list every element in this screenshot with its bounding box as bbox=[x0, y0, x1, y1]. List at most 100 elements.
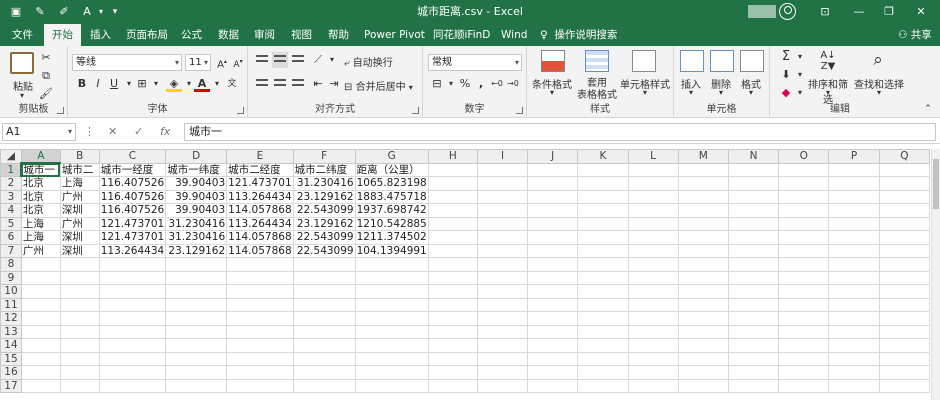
cell-D6[interactable]: 31.230416 bbox=[165, 230, 228, 245]
alignment-launcher-icon[interactable] bbox=[412, 107, 419, 114]
row-header[interactable]: 2 bbox=[0, 176, 22, 191]
merge-center-button[interactable]: ⊟ 合并后居中 ▾ bbox=[344, 78, 422, 93]
cell-L8[interactable] bbox=[627, 257, 679, 272]
cell-J12[interactable] bbox=[527, 311, 579, 326]
align-right-icon[interactable] bbox=[290, 76, 306, 92]
name-box[interactable]: A1 ▾ bbox=[2, 123, 76, 141]
cell-C10[interactable] bbox=[98, 284, 167, 299]
cell-O10[interactable] bbox=[778, 284, 830, 299]
cell-K10[interactable] bbox=[577, 284, 629, 299]
align-middle-icon[interactable] bbox=[272, 52, 288, 68]
cell-N8[interactable] bbox=[727, 257, 780, 272]
cell-L6[interactable] bbox=[627, 230, 679, 245]
insert-cells-icon[interactable] bbox=[680, 50, 704, 72]
cell-Q5[interactable] bbox=[878, 216, 930, 231]
cell-B9[interactable] bbox=[59, 270, 100, 285]
cell-O5[interactable] bbox=[778, 216, 830, 231]
cell-Q10[interactable] bbox=[878, 284, 930, 299]
cell-A13[interactable] bbox=[20, 324, 61, 339]
cell-L7[interactable] bbox=[627, 243, 679, 258]
cell-J6[interactable] bbox=[527, 230, 579, 245]
column-header[interactable]: Q bbox=[878, 149, 930, 164]
cell-H11[interactable] bbox=[427, 297, 479, 312]
cell-P10[interactable] bbox=[828, 284, 880, 299]
tab-wind[interactable]: Wind bbox=[499, 24, 529, 46]
cell-B16[interactable] bbox=[59, 365, 100, 380]
cell-K1[interactable] bbox=[577, 162, 629, 177]
cell-J5[interactable] bbox=[527, 216, 579, 231]
column-header[interactable]: P bbox=[828, 149, 880, 164]
cell-E10[interactable] bbox=[226, 284, 294, 299]
more-options-icon[interactable]: ⋮ bbox=[84, 123, 95, 141]
cell-L14[interactable] bbox=[627, 338, 679, 353]
cell-H7[interactable] bbox=[427, 243, 479, 258]
restore-button[interactable]: ❐ bbox=[872, 0, 906, 24]
cell-N3[interactable] bbox=[727, 189, 780, 204]
cell-C9[interactable] bbox=[98, 270, 167, 285]
cell-J16[interactable] bbox=[527, 365, 579, 380]
cell-H2[interactable] bbox=[427, 176, 479, 191]
cell-M10[interactable] bbox=[677, 284, 729, 299]
cell-O2[interactable] bbox=[778, 176, 830, 191]
cell-L9[interactable] bbox=[627, 270, 679, 285]
column-header[interactable]: A bbox=[20, 149, 61, 164]
cell-G1[interactable]: 距离（公里） bbox=[354, 162, 429, 177]
cell-D17[interactable] bbox=[165, 378, 228, 393]
cell-N7[interactable] bbox=[727, 243, 780, 258]
cell-P12[interactable] bbox=[828, 311, 880, 326]
cell-P14[interactable] bbox=[828, 338, 880, 353]
cell-K17[interactable] bbox=[577, 378, 629, 393]
cell-G6[interactable]: 1211.374502 bbox=[354, 230, 429, 245]
cell-A15[interactable] bbox=[20, 351, 61, 366]
cell-H8[interactable] bbox=[427, 257, 479, 272]
fill-color-icon[interactable]: ◈ bbox=[166, 76, 182, 92]
find-select-dropdown-icon[interactable]: ▾ bbox=[852, 88, 906, 97]
row-header[interactable]: 15 bbox=[0, 351, 22, 366]
cell-F12[interactable] bbox=[292, 311, 356, 326]
cell-D2[interactable]: 39.90403 bbox=[165, 176, 228, 191]
cell-Q17[interactable] bbox=[878, 378, 930, 393]
cell-D12[interactable] bbox=[165, 311, 228, 326]
cell-D7[interactable]: 23.129162 bbox=[165, 243, 228, 258]
cell-J17[interactable] bbox=[527, 378, 579, 393]
cell-K12[interactable] bbox=[577, 311, 629, 326]
cell-E7[interactable]: 114.057868 bbox=[226, 243, 294, 258]
cell-D1[interactable]: 城市一纬度 bbox=[165, 162, 228, 177]
cell-I7[interactable] bbox=[476, 243, 529, 258]
cell-I12[interactable] bbox=[476, 311, 529, 326]
minimize-button[interactable]: — bbox=[842, 0, 876, 24]
cell-I10[interactable] bbox=[476, 284, 529, 299]
cell-D9[interactable] bbox=[165, 270, 228, 285]
cell-E16[interactable] bbox=[226, 365, 294, 380]
cell-E12[interactable] bbox=[226, 311, 294, 326]
cell-D11[interactable] bbox=[165, 297, 228, 312]
cell-Q6[interactable] bbox=[878, 230, 930, 245]
cell-D13[interactable] bbox=[165, 324, 228, 339]
cell-O4[interactable] bbox=[778, 203, 830, 218]
copy-icon[interactable]: ⧉ bbox=[38, 68, 54, 84]
cell-K9[interactable] bbox=[577, 270, 629, 285]
cell-E5[interactable]: 113.264434 bbox=[226, 216, 294, 231]
cell-H4[interactable] bbox=[427, 203, 479, 218]
cell-C16[interactable] bbox=[98, 365, 167, 380]
cell-M16[interactable] bbox=[677, 365, 729, 380]
shrink-font-icon[interactable]: A▾ bbox=[230, 54, 246, 70]
cell-J4[interactable] bbox=[527, 203, 579, 218]
cell-P9[interactable] bbox=[828, 270, 880, 285]
cell-P11[interactable] bbox=[828, 297, 880, 312]
cell-D5[interactable]: 31.230416 bbox=[165, 216, 228, 231]
cell-J11[interactable] bbox=[527, 297, 579, 312]
cell-I13[interactable] bbox=[476, 324, 529, 339]
cell-I8[interactable] bbox=[476, 257, 529, 272]
cell-K5[interactable] bbox=[577, 216, 629, 231]
cell-G3[interactable]: 1883.475718 bbox=[354, 189, 429, 204]
cell-I2[interactable] bbox=[476, 176, 529, 191]
row-header[interactable]: 7 bbox=[0, 243, 22, 258]
cell-J14[interactable] bbox=[527, 338, 579, 353]
cell-G16[interactable] bbox=[354, 365, 429, 380]
cell-B1[interactable]: 城市二 bbox=[59, 162, 100, 177]
cell-E9[interactable] bbox=[226, 270, 294, 285]
cell-L16[interactable] bbox=[627, 365, 679, 380]
cell-C11[interactable] bbox=[98, 297, 167, 312]
cell-L17[interactable] bbox=[627, 378, 679, 393]
